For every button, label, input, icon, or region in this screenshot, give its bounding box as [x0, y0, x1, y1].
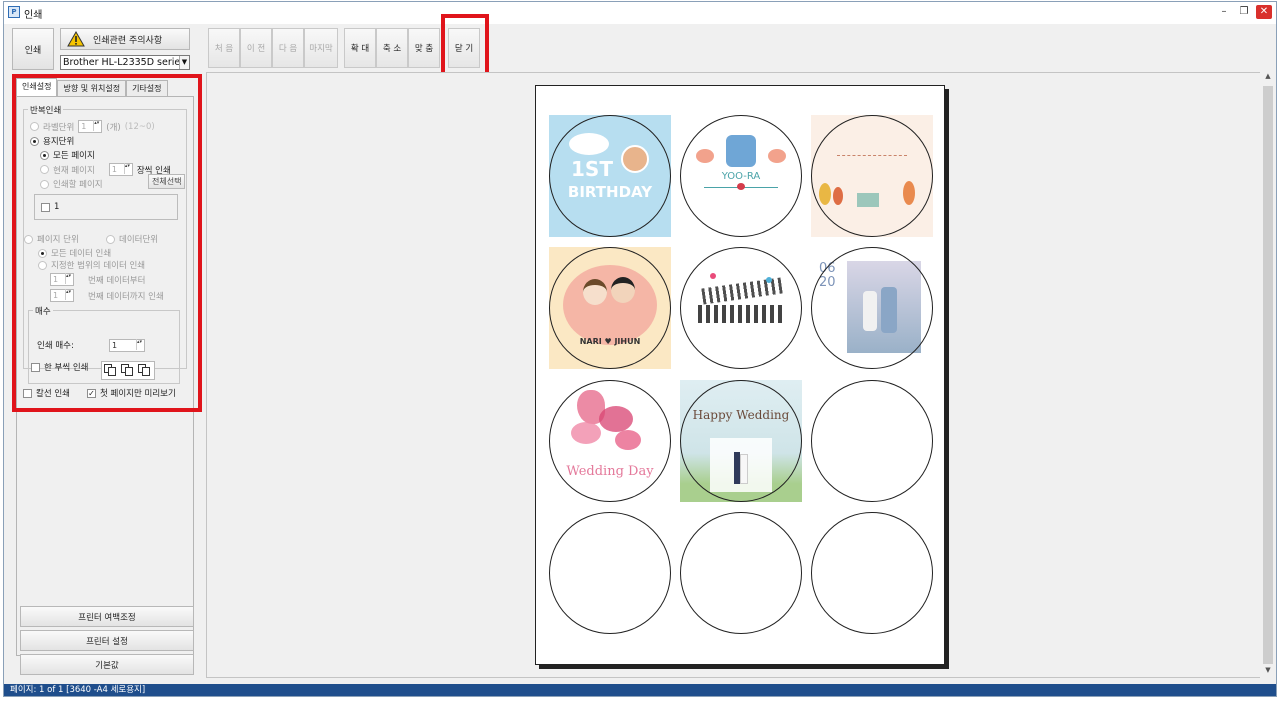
prev-page-button[interactable]: 이 전	[240, 28, 272, 68]
minimize-icon[interactable]: –	[1216, 5, 1232, 19]
label-outline	[680, 115, 802, 237]
label-outline	[549, 115, 671, 237]
printer-settings-button[interactable]: 프린터 설정	[20, 630, 194, 651]
first-page-button[interactable]: 처 음	[208, 28, 240, 68]
preview-page: 1ST BIRTHDAY YOO-RA NARI ♥ JIHUN 06 20 W…	[535, 85, 945, 665]
label-yoora: YOO-RA	[680, 115, 802, 237]
close-window-icon[interactable]: ✕	[1256, 5, 1272, 19]
label-outline	[680, 380, 802, 502]
label-outline	[811, 115, 933, 237]
vertical-scrollbar[interactable]: ▲ ▼	[1260, 72, 1276, 678]
print-notice-button[interactable]: 인쇄관련 주의사항	[60, 28, 190, 50]
label-wedding-day: Wedding Day	[549, 380, 671, 502]
restore-icon[interactable]: ❐	[1236, 5, 1252, 19]
label-empty-3	[680, 512, 802, 634]
zoom-in-button[interactable]: 확 대	[344, 28, 376, 68]
label-happy-wedding: Happy Wedding	[680, 380, 802, 502]
print-preview-area[interactable]: 1ST BIRTHDAY YOO-RA NARI ♥ JIHUN 06 20 W…	[206, 72, 1262, 678]
label-watercolor	[811, 115, 933, 237]
fit-button[interactable]: 맞 춤	[408, 28, 440, 68]
defaults-button[interactable]: 기본값	[20, 654, 194, 675]
window-title: 인쇄	[24, 10, 43, 21]
label-outline	[549, 247, 671, 369]
chevron-down-icon: ▼	[179, 56, 189, 69]
scroll-down-icon[interactable]: ▼	[1260, 666, 1276, 678]
scroll-up-icon[interactable]: ▲	[1260, 72, 1276, 84]
printer-margin-button[interactable]: 프린터 여백조정	[20, 606, 194, 627]
label-outline	[680, 247, 802, 369]
label-calligraphy	[680, 247, 802, 369]
title-bar: P 인쇄 – ❐ ✕	[4, 2, 1276, 24]
settings-highlight	[12, 74, 202, 412]
label-empty-1	[811, 380, 933, 502]
close-button-highlight	[441, 14, 489, 78]
label-outline	[811, 512, 933, 634]
next-page-button[interactable]: 다 음	[272, 28, 304, 68]
label-empty-4	[811, 512, 933, 634]
label-couple-cartoon: NARI ♥ JIHUN	[549, 247, 671, 369]
zoom-out-button[interactable]: 축 소	[376, 28, 408, 68]
warning-icon	[67, 31, 85, 47]
status-bar: 페이지: 1 of 1 [3640 -A4 세로용지]	[4, 684, 1276, 696]
print-window: P 인쇄 – ❐ ✕ 인쇄 인쇄관련 주의사항 Brother HL-L2335…	[3, 1, 1277, 697]
print-button[interactable]: 인쇄	[12, 28, 54, 70]
printer-select[interactable]: Brother HL-L2335D series( ▼	[60, 55, 190, 70]
toolbar: 인쇄 인쇄관련 주의사항 Brother HL-L2335D series( ▼…	[4, 14, 1276, 78]
print-notice-label: 인쇄관련 주의사항	[93, 35, 163, 46]
label-outline	[811, 247, 933, 369]
app-icon: P	[8, 6, 20, 18]
last-page-button[interactable]: 마지막	[304, 28, 338, 68]
label-outline	[549, 512, 671, 634]
scrollbar-thumb[interactable]	[1263, 86, 1273, 664]
label-empty-2	[549, 512, 671, 634]
settings-panel: 인쇄설정 방향 및 위치설정 기타설정 반복인쇄 라벨단위 1 (개) (12~…	[4, 72, 204, 678]
label-outline	[549, 380, 671, 502]
printer-select-value: Brother HL-L2335D series(	[63, 57, 189, 68]
label-outline	[680, 512, 802, 634]
label-couple-photo: 06 20	[811, 247, 933, 369]
label-birthday: 1ST BIRTHDAY	[549, 115, 671, 237]
label-outline	[811, 380, 933, 502]
